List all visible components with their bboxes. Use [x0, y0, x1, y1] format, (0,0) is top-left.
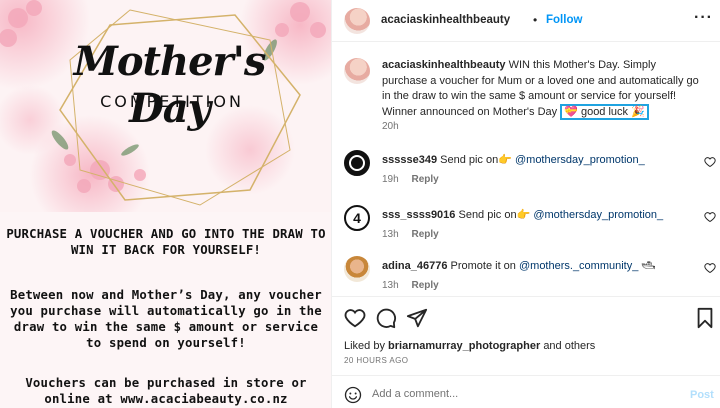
comment-item: ssssse349 Send pic on👉 @mothersday_promo…	[332, 150, 720, 194]
like-comment-heart-icon[interactable]	[704, 156, 716, 168]
image-paragraph-3: Vouchers can be purchased in store or on…	[25, 376, 307, 406]
more-options-icon[interactable]: ···	[694, 9, 713, 27]
liked-by-user[interactable]: briarnamurray_photographer	[388, 340, 540, 352]
post-comment-button[interactable]: Post	[690, 389, 714, 401]
reply-button[interactable]: Reply	[411, 229, 438, 240]
emoji-icon[interactable]	[344, 386, 362, 404]
avatar[interactable]	[344, 8, 370, 34]
comment-text: Promote it on	[450, 260, 516, 272]
reply-button[interactable]: Reply	[411, 280, 438, 291]
comment-text: Send pic on👉	[458, 209, 531, 221]
comment-item: adina_46776 Promote it on @mothers._comm…	[332, 256, 720, 300]
comment-mention-link[interactable]: @mothersday_promotion_	[533, 209, 663, 221]
reply-button[interactable]: Reply	[411, 174, 438, 185]
liked-by-suffix[interactable]: and others	[543, 340, 595, 352]
like-comment-heart-icon[interactable]	[704, 211, 716, 223]
image-title: Mother's Day	[73, 38, 267, 132]
comment-text: Send pic on👉	[440, 154, 512, 166]
image-paragraph-2: Between now and Mother’s Day, any vouche…	[10, 288, 322, 350]
comment-input[interactable]	[372, 384, 672, 404]
like-heart-icon[interactable]	[344, 307, 366, 329]
comment-mention-link[interactable]: @mothers._community_	[519, 260, 638, 272]
caption-highlight: 💝 good luck 🎉	[560, 103, 649, 120]
avatar[interactable]	[344, 150, 370, 176]
comment-timestamp[interactable]: 19h	[382, 174, 399, 185]
comment-username[interactable]: sss_ssss9016	[382, 209, 455, 221]
post-header: acaciaskinhealthbeauty • Follow ···	[332, 0, 720, 42]
caption-timestamp[interactable]: 20h	[382, 121, 399, 132]
follow-button[interactable]: Follow	[546, 14, 582, 26]
boat-emoji: 🛥	[641, 260, 656, 272]
post-timestamp[interactable]: 20 HOURS AGO	[344, 356, 408, 365]
caption-username[interactable]: acaciaskinhealthbeauty	[382, 59, 506, 71]
avatar[interactable]	[344, 256, 370, 282]
comment-mention-link[interactable]: @mothersday_promotion_	[515, 154, 645, 166]
add-comment-bar: Post	[332, 375, 720, 408]
image-paragraph-1: PURCHASE A VOUCHER AND GO INTO THE DRAW …	[6, 227, 326, 257]
comment-bubble-icon[interactable]	[375, 307, 397, 329]
post-image[interactable]: Mother's Day COMPETITION PURCHASE A VOUC…	[0, 0, 331, 408]
liked-by-text: Liked by briarnamurray_photographer and …	[344, 340, 595, 352]
avatar[interactable]	[344, 58, 370, 84]
share-send-icon[interactable]	[406, 307, 428, 329]
save-bookmark-icon[interactable]	[694, 307, 716, 329]
comment-username[interactable]: adina_46776	[382, 260, 447, 272]
post-actions-bar	[332, 296, 720, 336]
header-username[interactable]: acaciaskinhealthbeauty	[381, 14, 510, 26]
avatar[interactable]: 4	[344, 205, 370, 231]
separator-dot: •	[533, 13, 538, 27]
liked-by-prefix: Liked by	[344, 340, 385, 352]
like-comment-heart-icon[interactable]	[704, 262, 716, 274]
image-subtitle: COMPETITION	[100, 92, 244, 111]
comment-item: 4 sss_ssss9016 Send pic on👉 @mothersday_…	[332, 205, 720, 249]
comment-timestamp[interactable]: 13h	[382, 280, 399, 291]
comment-timestamp[interactable]: 13h	[382, 229, 399, 240]
post-side-panel: acaciaskinhealthbeauty • Follow ··· acac…	[331, 0, 720, 408]
caption-text: acaciaskinhealthbeauty WIN this Mother's…	[382, 58, 702, 120]
comment-username[interactable]: ssssse349	[382, 154, 437, 166]
